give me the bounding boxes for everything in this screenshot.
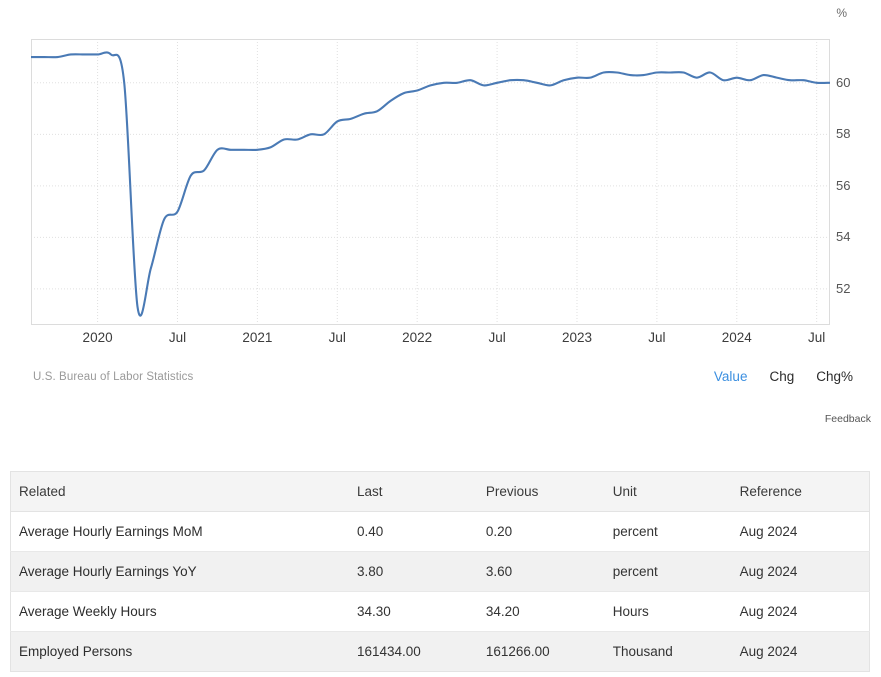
column-header-previous[interactable]: Previous — [485, 471, 613, 512]
chart-unit-label: % — [836, 6, 847, 20]
x-axis-tick-9: Jul — [808, 330, 826, 345]
cell-previous-value: 3.60 — [485, 551, 613, 592]
cell-related-name[interactable]: Average Weekly Hours — [10, 591, 357, 632]
related-indicators-table: Related Last Previous Unit Reference Ave… — [10, 471, 870, 672]
x-axis-tick-labels: 2020 Jul 2021 Jul 2022 Jul 2023 Jul 2024 Jul — [0, 330, 881, 352]
cell-previous-value: 34.20 — [485, 591, 613, 632]
plot-border — [31, 39, 830, 325]
y-axis-tick-52: 52 — [836, 280, 851, 296]
chart-mode-toggle-group: Value Chg Chg% — [714, 369, 853, 384]
cell-previous-value: 161266.00 — [485, 644, 550, 659]
page-root: % 52 54 56 58 60 2020 Jul 2021 Jul 2022 Jul 2023 Ju… — [0, 0, 881, 677]
x-axis-tick-0: 2020 — [82, 330, 113, 345]
table-header: Related Last Previous Unit Reference — [10, 471, 870, 512]
cell-last-value: 34.30 — [356, 591, 486, 632]
chart-mode-chg[interactable]: Chg — [769, 369, 794, 384]
column-header-last[interactable]: Last — [356, 471, 486, 512]
chart-source-note: U.S. Bureau of Labor Statistics — [33, 371, 194, 383]
cell-reference-value: Aug 2024 — [739, 644, 798, 659]
y-axis-tick-60: 60 — [836, 74, 851, 90]
column-header-unit[interactable]: Unit — [612, 471, 740, 512]
y-axis-tick-58: 58 — [836, 126, 851, 142]
x-axis-tick-5: Jul — [488, 330, 506, 345]
y-axis-tick-labels: 52 54 56 58 60 — [836, 39, 880, 325]
column-header-related[interactable]: Related — [10, 471, 357, 512]
cell-related-name[interactable]: Average Hourly Earnings YoY — [10, 551, 357, 592]
cell-unit-value: Hours — [612, 591, 740, 632]
horizontal-gridlines — [31, 82, 830, 290]
cell-reference-value: Aug 2024 — [739, 591, 870, 632]
table-row[interactable]: Average Weekly Hours 34.30 34.20 Hours Aug 2… — [10, 591, 870, 632]
cell-unit-value: percent — [612, 511, 740, 552]
table-row[interactable]: Average Hourly Earnings YoY 3.80 3.60 perce… — [10, 551, 870, 592]
table-body: Average Hourly Earnings MoM 0.40 0.20 perce… — [10, 511, 870, 672]
x-axis-tick-1: Jul — [168, 330, 187, 345]
cell-last-value: 0.40 — [356, 511, 486, 552]
chart-panel: % 52 54 56 58 60 2020 Jul 2021 Jul 2022 Jul 2023 Ju… — [0, 0, 881, 436]
table-row[interactable]: Average Hourly Earnings MoM 0.40 0.20 perce… — [10, 511, 870, 552]
cell-unit-value: percent — [612, 551, 740, 592]
cell-last-value: 161434.00 — [356, 644, 421, 659]
x-axis-tick-7: Jul — [648, 330, 666, 345]
column-header-reference[interactable]: Reference — [739, 471, 870, 512]
x-axis-tick-3: Jul — [328, 330, 346, 345]
cell-unit-value: Thousand — [612, 644, 673, 659]
cell-related-name[interactable]: Average Hourly Earnings MoM — [10, 511, 357, 552]
cell-reference-value: Aug 2024 — [739, 551, 870, 592]
chart-plot-area[interactable] — [31, 39, 830, 325]
cell-last-value: 3.80 — [356, 551, 486, 592]
table-header-row: Related Last Previous Unit Reference — [10, 471, 870, 512]
chart-mode-chg-percent[interactable]: Chg% — [816, 369, 853, 384]
x-axis-tick-2: 2021 — [242, 330, 273, 345]
y-axis-tick-54: 54 — [836, 229, 851, 245]
x-axis-tick-6: 2023 — [561, 330, 592, 345]
cell-previous-value: 0.20 — [485, 511, 613, 552]
chart-mode-value[interactable]: Value — [714, 369, 748, 384]
x-axis-tick-4: 2022 — [402, 330, 433, 345]
feedback-link[interactable]: Feedback — [825, 413, 871, 425]
series-line-employment-rate — [31, 51, 830, 317]
x-axis-tick-8: 2024 — [721, 330, 752, 345]
cell-reference-value: Aug 2024 — [739, 511, 870, 552]
y-axis-tick-56: 56 — [836, 177, 851, 193]
cell-related-name[interactable]: Employed Persons — [11, 632, 357, 672]
table-row[interactable]: Employed Persons 161434.00 161266.00 Thousa… — [10, 631, 870, 672]
chart-line-svg — [31, 39, 830, 325]
